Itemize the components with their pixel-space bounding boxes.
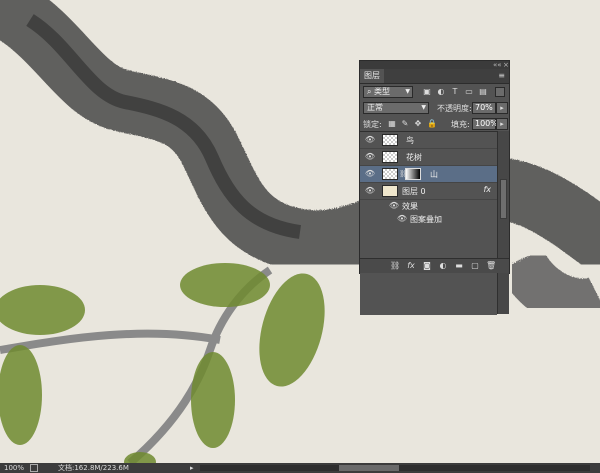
layers-panel: «« × 图层 ≡ ⌕ 类型 ▼ ▣ ◐ T ▭ ▤ 正常 ▼ 不透明度: 70… bbox=[359, 60, 510, 315]
export-icon[interactable] bbox=[30, 464, 38, 472]
fill-slider-button[interactable]: ▸ bbox=[496, 118, 508, 130]
adjustment-layer-icon[interactable]: ◐ bbox=[438, 261, 448, 271]
filter-shape-icon[interactable]: ▭ bbox=[465, 88, 473, 96]
layers-list: 👁 鸟 👁 花树 👁 ⛓ 山 👁 图层 0 fx 👁 效果 👁 图案叠加 bbox=[360, 131, 497, 315]
link-layers-icon[interactable]: ⛓ bbox=[390, 261, 400, 271]
status-menu-icon[interactable]: ▸ bbox=[190, 463, 194, 473]
eye-icon[interactable]: 👁 bbox=[364, 169, 376, 179]
horizontal-scrollbar[interactable] bbox=[200, 465, 590, 471]
opacity-slider-button[interactable]: ▸ bbox=[496, 102, 508, 114]
layer-name: 鸟 bbox=[406, 136, 414, 145]
chevron-down-icon: ▼ bbox=[421, 104, 426, 111]
layer-name: 图层 0 bbox=[402, 187, 426, 196]
effect-item[interactable]: 👁 图案叠加 bbox=[360, 213, 497, 226]
opacity-input[interactable]: 70% bbox=[472, 102, 496, 114]
close-icon[interactable]: × bbox=[503, 61, 509, 69]
layer-name: 花树 bbox=[406, 153, 422, 162]
layer-thumbnail bbox=[382, 185, 398, 197]
layer-thumbnail bbox=[382, 151, 398, 163]
layer-row[interactable]: 👁 鸟 bbox=[360, 132, 497, 149]
layer-thumbnail bbox=[382, 168, 398, 180]
kind-filter-value: 类型 bbox=[374, 87, 391, 96]
layers-scrollbar[interactable] bbox=[497, 131, 509, 314]
scrollbar-thumb[interactable] bbox=[500, 179, 507, 219]
panel-footer: ⛓ fx ◙ ◐ ▬ ▢ 🗑 bbox=[360, 258, 509, 273]
eye-icon[interactable]: 👁 bbox=[364, 135, 376, 145]
filter-adjustment-icon[interactable]: ◐ bbox=[437, 88, 445, 96]
layer-name: 山 bbox=[430, 170, 438, 179]
layer-row[interactable]: 👁 花树 bbox=[360, 149, 497, 166]
status-bar: 100% 文档:162.8M/223.6M ▸ bbox=[0, 463, 600, 473]
search-icon: ⌕ bbox=[367, 87, 372, 96]
filter-pixel-icon[interactable]: ▣ bbox=[423, 88, 431, 96]
filter-smart-object-icon[interactable]: ▤ bbox=[479, 88, 487, 96]
eye-icon[interactable]: 👁 bbox=[396, 214, 408, 224]
kind-filter-select[interactable]: ⌕ 类型 ▼ bbox=[363, 86, 413, 98]
document-size: 文档:162.8M/223.6M bbox=[58, 464, 129, 472]
new-layer-icon[interactable]: ▢ bbox=[470, 261, 480, 271]
layer-thumbnail bbox=[382, 134, 398, 146]
layer-row[interactable]: 👁 图层 0 fx bbox=[360, 183, 497, 200]
lock-label: 锁定: bbox=[363, 120, 382, 129]
opacity-label: 不透明度: bbox=[437, 104, 472, 113]
layer-mask-thumbnail[interactable] bbox=[405, 168, 421, 180]
eye-icon[interactable]: 👁 bbox=[364, 186, 376, 196]
artwork-canvas[interactable] bbox=[0, 0, 600, 463]
filter-toggle[interactable] bbox=[495, 87, 505, 97]
lock-row: 锁定: ▦ ✎ ✥ 🔒 填充: 100% ▸ bbox=[360, 116, 509, 132]
panel-titlebar[interactable]: «« × bbox=[360, 61, 509, 69]
blend-mode-select[interactable]: 正常 ▼ bbox=[363, 102, 429, 114]
new-group-icon[interactable]: ▬ bbox=[454, 261, 464, 271]
lock-move-icon[interactable]: ✥ bbox=[414, 120, 422, 128]
filter-row: ⌕ 类型 ▼ ▣ ◐ T ▭ ▤ bbox=[360, 84, 509, 100]
fill-label: 填充: bbox=[451, 120, 470, 129]
eye-icon[interactable]: 👁 bbox=[364, 152, 376, 162]
panel-menu-icon[interactable]: ≡ bbox=[498, 71, 505, 80]
panel-tabbar: 图层 ≡ bbox=[360, 69, 509, 84]
effects-label: 效果 bbox=[402, 202, 418, 211]
chevron-down-icon: ▼ bbox=[405, 88, 410, 95]
lock-all-icon[interactable]: 🔒 bbox=[427, 120, 437, 128]
eye-icon[interactable]: 👁 bbox=[388, 201, 400, 211]
lock-transparent-icon[interactable]: ▦ bbox=[388, 120, 396, 128]
layer-effects-icon[interactable]: fx bbox=[483, 185, 491, 194]
effect-name: 图案叠加 bbox=[410, 215, 442, 224]
zoom-level[interactable]: 100% bbox=[4, 463, 24, 473]
add-style-icon[interactable]: fx bbox=[406, 261, 416, 271]
blend-mode-value: 正常 bbox=[367, 103, 383, 112]
lock-brush-icon[interactable]: ✎ bbox=[401, 120, 409, 128]
collapse-icon[interactable]: «« bbox=[493, 61, 502, 69]
effects-group[interactable]: 👁 效果 bbox=[360, 200, 497, 213]
scrollbar-thumb[interactable] bbox=[339, 465, 399, 471]
blend-row: 正常 ▼ 不透明度: 70% ▸ bbox=[360, 100, 509, 116]
layer-row[interactable]: 👁 ⛓ 山 bbox=[360, 166, 497, 183]
filter-type-icon[interactable]: T bbox=[451, 88, 459, 96]
fill-input[interactable]: 100% bbox=[472, 118, 498, 130]
tab-layers[interactable]: 图层 bbox=[360, 69, 384, 83]
add-mask-icon[interactable]: ◙ bbox=[422, 261, 432, 271]
trash-icon[interactable]: 🗑 bbox=[486, 261, 496, 271]
